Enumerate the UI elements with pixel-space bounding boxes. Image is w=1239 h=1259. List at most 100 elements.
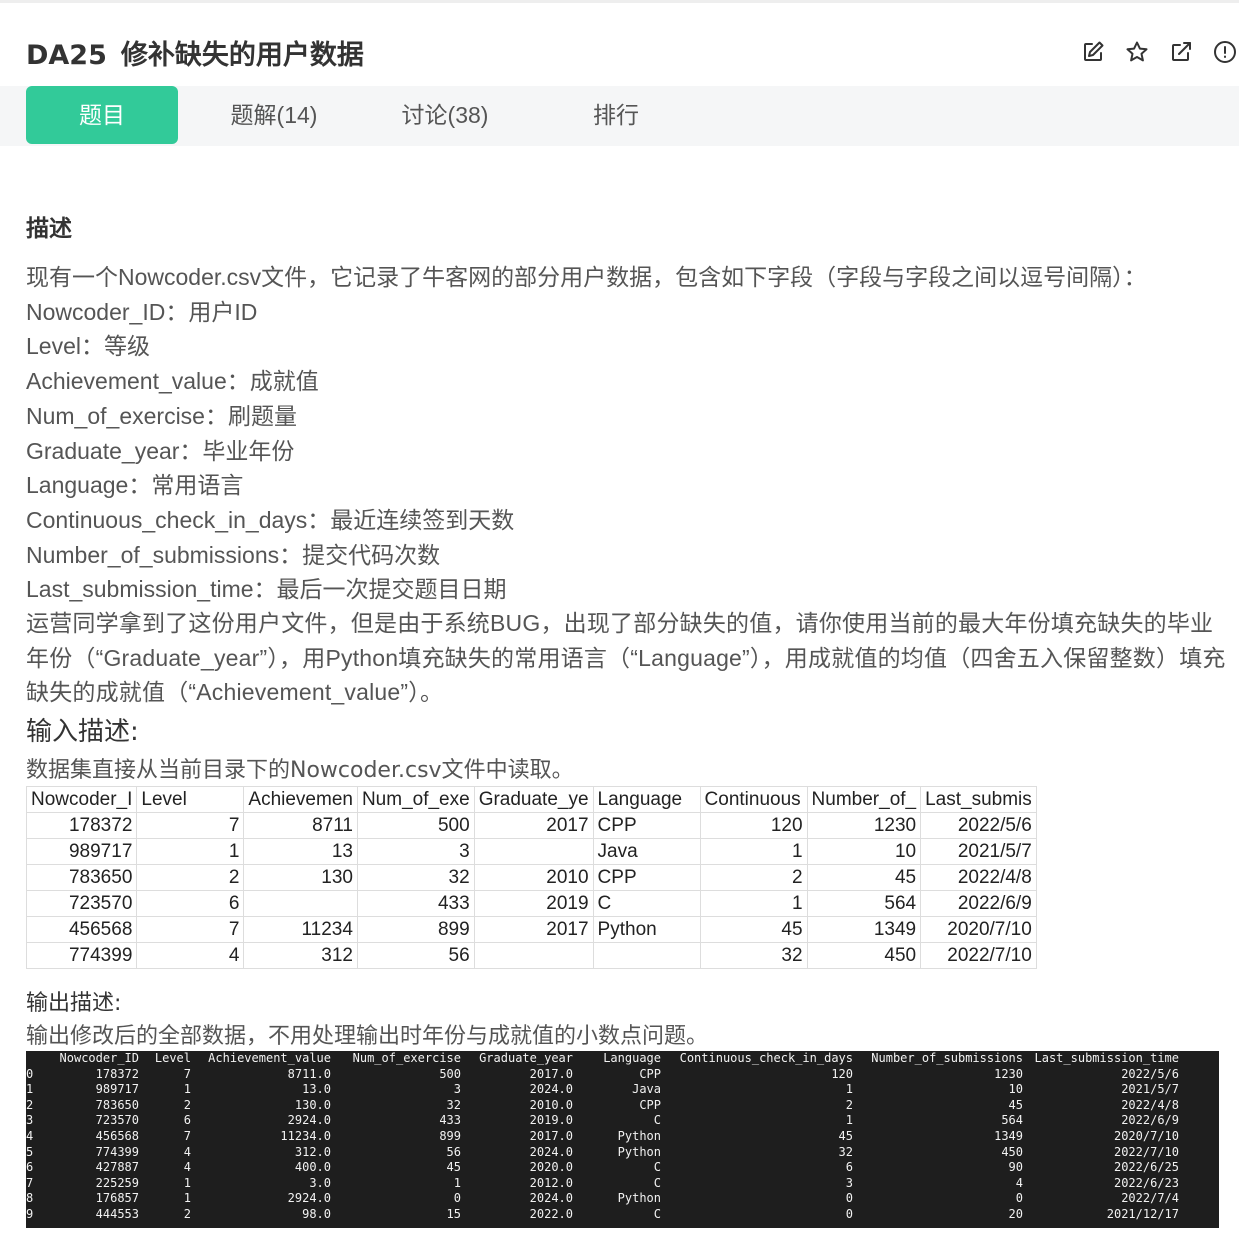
row-index: 7 [26,1175,34,1190]
description-line: Language：常用语言 [26,472,244,499]
console-cell: 20 [1008,1206,1023,1221]
column-header: Graduate_ye [473,786,594,813]
table-cell: 32 [699,942,808,969]
column-header: Language [592,786,701,813]
console-cell: 13.0 [302,1082,331,1097]
console-cell: 312.0 [294,1144,331,1159]
console-cell: 8711.0 [287,1066,331,1081]
output-console-screenshot: Nowcoder_ID Level Achievement_value Num_of_… [26,1051,1219,1228]
console-cell: 7 [183,1066,191,1081]
console-header-row: Nowcoder_ID Level Achievement_value Num_of_… [26,1051,1179,1067]
report-button[interactable] [1211,38,1239,66]
table-cell: 2 [699,864,808,891]
console-cell: 2020.0 [529,1160,573,1175]
edit-button[interactable] [1079,38,1107,66]
console-column-header: Num_of_exercise [352,1051,461,1065]
output-text: 输出修改后的全部数据，不用处理输出时年份与成就值的小数点问题。 [26,1024,709,1049]
table-cell [243,890,358,917]
table-cell: 32 [356,864,475,891]
share-button[interactable] [1167,38,1195,66]
description-line: 现有一个Nowcoder.csv文件，它记录了牛客网的部分用户数据，包含如下字段… [26,264,1147,290]
console-cell: Python [617,1144,661,1159]
console-cell: 120 [831,1066,853,1081]
console-cell: C [653,1175,661,1190]
console-cell: Python [617,1191,661,1206]
console-cell: 0 [845,1191,853,1206]
table-cell: 1 [699,838,808,865]
console-cell: 899 [439,1128,461,1143]
console-cell: 4 [183,1160,191,1175]
console-cell: 32 [446,1097,461,1112]
console-cell: 32 [838,1144,853,1159]
console-cell: 45 [1008,1097,1023,1112]
console-row: 3 723570 6 2924.0 433 2019.0 C 1 564 2022/6/9 [26,1113,1179,1129]
share-icon [1172,42,1191,61]
console-row: 5 774399 4 312.0 56 2024.0 Python 32 450 2022/7/1… [26,1145,1179,1161]
console-cell: 723570 [95,1113,139,1128]
console-cell: 1 [453,1175,461,1190]
column-header: Num_of_exe [356,786,475,813]
console-row: 7 225259 1 3.0 1 2012.0 C 3 4 2022/6/23 [26,1176,1179,1192]
table-cell: C [592,890,701,917]
console-cell: 989717 [95,1082,139,1097]
console-cell: 2024.0 [529,1191,573,1206]
problem-code: DA25 [26,40,107,71]
row-index: 5 [26,1144,34,1159]
input-text: 数据集直接从当前目录下的Nowcoder.csv文件中读取。 [26,758,574,783]
console-cell: C [653,1113,661,1128]
console-cell: Python [617,1128,661,1143]
console-cell: 176857 [95,1191,139,1206]
console-cell: 0 [453,1191,461,1206]
table-cell: 4 [136,942,245,969]
console-column-header: Level [154,1051,191,1065]
tab-bar: 题目 题解(14) 讨论(38) 排行 [0,86,1239,146]
console-cell: 98.0 [302,1206,331,1221]
console-cell: 2022/7/10 [1113,1144,1179,1159]
console-cell: 4 [183,1144,191,1159]
console-cell: 45 [446,1160,461,1175]
console-cell: 11234.0 [280,1128,331,1143]
table-cell: CPP [592,864,701,891]
row-index: 9 [26,1206,34,1221]
console-cell: 1349 [994,1128,1023,1143]
favorite-button[interactable] [1123,38,1151,66]
row-index: 3 [26,1113,34,1128]
table-cell: 989717 [25,838,138,865]
tab-problem[interactable]: 题目 [26,86,178,144]
console-cell: 427887 [95,1160,139,1175]
console-cell: 178372 [95,1066,139,1081]
table-cell: Python [592,916,701,943]
tab-discussion[interactable]: 讨论(38) [376,86,514,144]
console-cell: 2021/5/7 [1121,1082,1179,1097]
console-cell: 444553 [95,1206,139,1221]
console-row: 2 783650 2 130.0 32 2010.0 CPP 2 45 2022/4/8 [26,1098,1179,1114]
console-cell: 2924.0 [287,1113,331,1128]
table-row: 774399 4 312 56 32 450 2022/7/10 [25,942,1037,969]
table-cell: 2019 [473,890,594,917]
description-line: Last_submission_time：最后一次提交题目日期 [26,576,507,603]
console-row: 8 176857 1 2924.0 0 2024.0 Python 0 0 2022/7/4 [26,1191,1179,1207]
table-row: 178372 7 8711 500 2017 CPP 120 1230 2022/5/6 [25,812,1037,839]
row-index: 0 [26,1066,34,1081]
tab-solutions[interactable]: 题解(14) [205,86,343,144]
console-column-header: Achievement_value [208,1051,331,1065]
description-line: Achievement_value：成就值 [26,368,319,395]
table-cell: 2022/5/6 [920,812,1037,839]
tab-ranking[interactable]: 排行 [566,86,666,144]
row-index: 4 [26,1128,34,1143]
input-heading: 输入描述: [26,717,139,747]
table-cell: 56 [356,942,475,969]
console-cell: 7 [183,1128,191,1143]
table-cell: 2010 [473,864,594,891]
console-cell: 56 [446,1144,461,1159]
console-row: 9 444553 2 98.0 15 2022.0 C 0 20 2021/12/17 [26,1207,1179,1223]
console-row: 1 989717 1 13.0 3 2024.0 Java 1 10 2021/5/7 [26,1082,1179,1098]
console-cell: C [653,1206,661,1221]
console-cell: 1 [845,1113,853,1128]
row-index: 1 [26,1082,34,1097]
console-cell: 2022/6/9 [1121,1113,1179,1128]
console-cell: 2019.0 [529,1113,573,1128]
star-icon [1126,41,1148,62]
console-cell: 2022/5/6 [1121,1066,1179,1081]
console-cell: 4 [1015,1175,1023,1190]
